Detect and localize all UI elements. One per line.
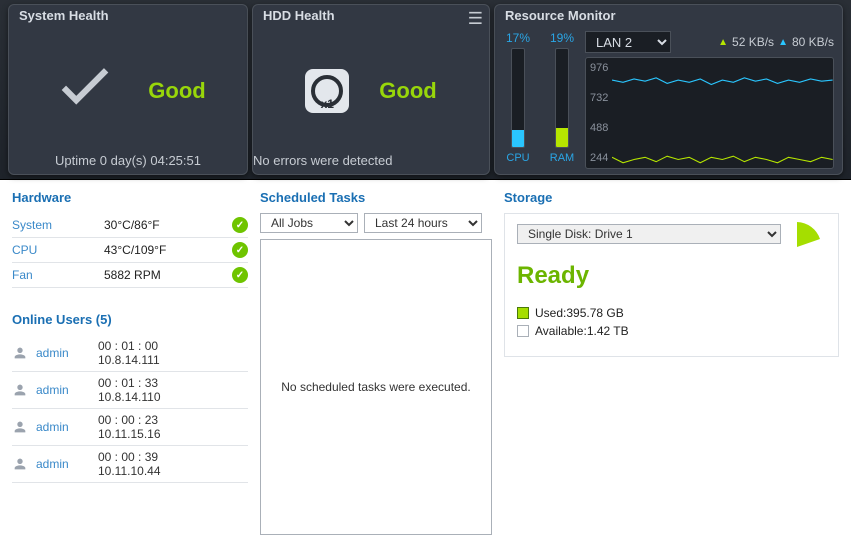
net-stats: ▲52 KB/s ▲80 KB/s [718, 35, 834, 49]
hdd-health-status: Good [379, 78, 436, 104]
users-list[interactable]: admin 00 : 01 : 0010.8.14.111 admin 00 : 01… [12, 335, 248, 505]
hw-label[interactable]: CPU [12, 243, 104, 257]
storage-title: Storage [504, 190, 839, 205]
check-icon [50, 55, 120, 128]
storage-used-row: Used:395.78 GB [517, 306, 826, 320]
user-row[interactable]: admin 00 : 01 : 0010.8.14.111 [12, 335, 248, 372]
hw-value: 5882 RPM [104, 268, 232, 282]
lower-panel: Hardware System30°C/86°F✓CPU43°C/109°F✓F… [0, 180, 851, 545]
hw-label[interactable]: System [12, 218, 104, 232]
storage-volume-select[interactable]: Single Disk: Drive 1 [517, 224, 781, 244]
user-icon [12, 419, 28, 435]
user-name: admin [36, 346, 90, 360]
user-icon [12, 456, 28, 472]
ram-label: RAM [550, 152, 574, 164]
online-users-title: Online Users (5) [12, 312, 248, 327]
used-swatch [517, 307, 529, 319]
user-details: 00 : 00 : 3910.11.10.44 [98, 450, 161, 478]
system-health-title: System Health [9, 5, 247, 29]
cpu-label: CPU [506, 152, 529, 164]
hardware-row: Fan5882 RPM✓ [12, 263, 248, 288]
hardware-title: Hardware [12, 190, 248, 205]
system-uptime: Uptime 0 day(s) 04:25:51 [9, 153, 247, 174]
hw-label[interactable]: Fan [12, 268, 104, 282]
user-icon [12, 382, 28, 398]
ram-meter: 19% RAM [547, 31, 577, 169]
hdd-health-title: HDD Health [253, 5, 489, 29]
cpu-meter: 17% CPU [503, 31, 533, 169]
user-details: 00 : 01 : 3310.8.14.110 [98, 376, 161, 404]
user-name: admin [36, 457, 90, 471]
hardware-row: CPU43°C/109°F✓ [12, 238, 248, 263]
resource-monitor-title: Resource Monitor [495, 5, 842, 29]
system-health-card: System Health Good Uptime 0 day(s) 04:25… [8, 4, 248, 175]
user-name: admin [36, 420, 90, 434]
scheduled-tasks-title: Scheduled Tasks [260, 190, 492, 205]
storage-column: Storage Single Disk: Drive 1 Ready Used:… [504, 190, 839, 535]
range-filter[interactable]: Last 24 hours [364, 213, 482, 233]
status-ok-icon: ✓ [232, 242, 248, 258]
user-name: admin [36, 383, 90, 397]
system-health-status: Good [148, 78, 205, 104]
storage-available-row: Available:1.42 TB [517, 324, 826, 338]
hw-value: 43°C/109°F [104, 243, 232, 257]
hardware-column: Hardware System30°C/86°F✓CPU43°C/109°F✓F… [12, 190, 248, 535]
resource-monitor-card: Resource Monitor 17% CPU 19% RAM LAN 2 [494, 4, 843, 175]
tasks-box: No scheduled tasks were executed. [260, 239, 492, 535]
network-graph: 976 732 488 244 [585, 57, 834, 169]
user-details: 00 : 01 : 0010.8.14.111 [98, 339, 160, 367]
down-arrow-icon: ▲ [778, 37, 788, 48]
top-panel: System Health Good Uptime 0 day(s) 04:25… [0, 0, 851, 180]
user-icon [12, 345, 28, 361]
cpu-percent: 17% [506, 31, 530, 45]
ram-percent: 19% [550, 31, 574, 45]
storage-pie-icon [772, 222, 822, 272]
available-swatch [517, 325, 529, 337]
user-row[interactable]: admin 00 : 00 : 3910.11.10.44 [12, 446, 248, 483]
hw-value: 30°C/86°F [104, 218, 232, 232]
up-arrow-icon: ▲ [718, 37, 728, 48]
status-ok-icon: ✓ [232, 217, 248, 233]
lan-select[interactable]: LAN 2 [585, 31, 671, 53]
user-row[interactable]: admin 00 : 00 : 2310.11.15.16 [12, 409, 248, 446]
list-icon[interactable]: ☰ [468, 9, 483, 29]
user-row[interactable]: admin 00 : 01 : 3310.8.14.110 [12, 372, 248, 409]
user-details: 00 : 00 : 2310.11.15.16 [98, 413, 161, 441]
disk-icon: x1 [305, 69, 349, 113]
hdd-health-message: No errors were detected [253, 153, 489, 174]
jobs-filter[interactable]: All Jobs [260, 213, 358, 233]
tasks-message: No scheduled tasks were executed. [281, 380, 470, 394]
tasks-column: Scheduled Tasks All Jobs Last 24 hours N… [260, 190, 492, 535]
hdd-health-card: HDD Health ☰ x1 Good No errors were dete… [252, 4, 490, 175]
status-ok-icon: ✓ [232, 267, 248, 283]
hardware-row: System30°C/86°F✓ [12, 213, 248, 238]
